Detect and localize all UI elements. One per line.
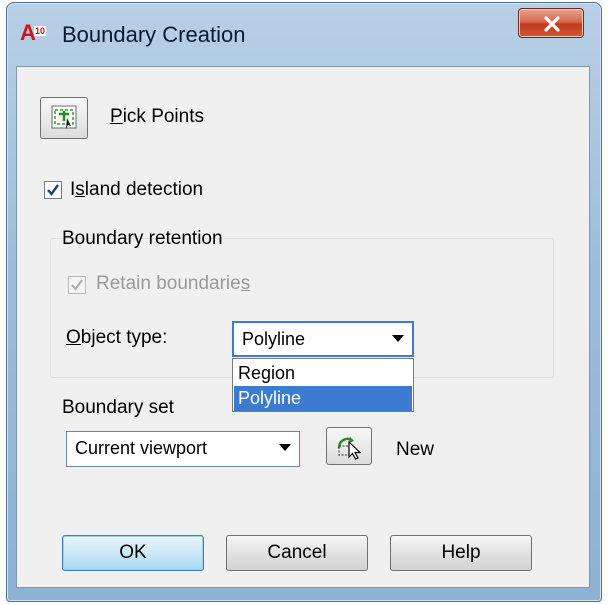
pick-points-button[interactable]: [40, 97, 88, 139]
object-type-select[interactable]: Polyline: [232, 321, 414, 357]
chevron-down-icon: [279, 444, 291, 451]
island-detection-label[interactable]: Island detection: [70, 179, 203, 201]
object-type-option-region[interactable]: Region: [234, 361, 412, 386]
close-button[interactable]: [518, 8, 584, 38]
object-type-value: Polyline: [242, 329, 306, 349]
checkmark-icon: [47, 184, 59, 196]
retain-boundaries-checkbox[interactable]: [68, 276, 86, 294]
close-x-icon: [544, 16, 560, 32]
object-type-option-polyline[interactable]: Polyline: [234, 386, 412, 411]
boundary-set-select[interactable]: Current viewport: [66, 431, 300, 467]
select-objects-icon: [337, 437, 362, 460]
title-bar[interactable]: A 10 Boundary Creation: [6, 2, 602, 66]
autocad-app-icon: A 10: [20, 20, 50, 46]
cancel-button[interactable]: Cancel: [226, 535, 368, 571]
new-boundary-set-button[interactable]: [326, 427, 372, 465]
boundary-retention-heading: Boundary retention: [62, 228, 223, 249]
island-detection-checkbox[interactable]: [44, 181, 62, 199]
window-title: Boundary Creation: [62, 22, 246, 47]
object-type-dropdown-list: Region Polyline: [232, 358, 414, 412]
boundary-set-value: Current viewport: [75, 438, 208, 458]
ok-button[interactable]: OK: [62, 535, 204, 571]
retain-boundaries-label: Retain boundaries: [96, 273, 251, 294]
app-icon-version: 10: [34, 26, 47, 36]
checkmark-icon: [71, 279, 83, 291]
chevron-down-icon: [392, 335, 404, 342]
pick-points-label[interactable]: Pick Points: [110, 106, 204, 128]
help-button[interactable]: Help: [390, 535, 532, 571]
boundary-set-heading: Boundary set: [62, 397, 174, 418]
boundary-retention-group: [50, 238, 554, 378]
pick-points-icon: [51, 105, 77, 129]
new-label: New: [396, 439, 435, 460]
object-type-label: Object type:: [66, 327, 168, 348]
